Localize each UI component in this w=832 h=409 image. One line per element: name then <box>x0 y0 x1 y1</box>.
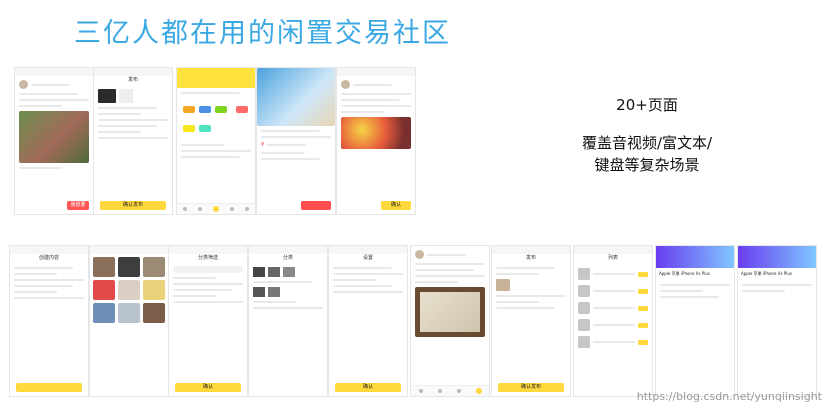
tab-bar <box>177 203 255 214</box>
submit-button[interactable] <box>16 383 82 392</box>
plant-photo <box>19 111 89 163</box>
coverage-text: 覆盖音视频/富文本/ 键盘等复杂场景 <box>581 134 713 174</box>
screenshot-publish: 发布 确认发布 <box>93 67 173 215</box>
pages-count-text: 20+页面 <box>616 96 678 114</box>
price-tag: ¥ <box>261 142 265 148</box>
avatar <box>341 80 350 89</box>
header-gradient <box>656 246 734 268</box>
screenshot-chat: 发布 确认发布 <box>491 245 571 397</box>
photo-grid <box>90 254 168 326</box>
phone-model-label: Apple 苹果 iPhone Xs Plus <box>741 271 792 276</box>
screenshot-item-post: 我想要 <box>14 67 94 215</box>
watermark: https://blog.csdn.net/yunqiinsight <box>636 390 822 403</box>
publish-button[interactable]: 确认发布 <box>100 201 166 210</box>
page-headline: 三亿人都在用的闲置交易社区 <box>74 18 451 49</box>
status-bar <box>337 68 415 76</box>
screenshot-video-list: 分类 <box>248 245 328 397</box>
buy-button[interactable]: 我想要 <box>67 201 89 210</box>
confirm-button[interactable]: 确认 <box>381 201 411 210</box>
publish-button[interactable]: 确认发布 <box>498 383 564 392</box>
confirm-button[interactable]: 确认 <box>175 383 241 392</box>
confirm-button[interactable]: 确认 <box>335 383 401 392</box>
avatar <box>19 80 28 89</box>
avatar <box>415 250 424 259</box>
screenshot-form: 创建内容 <box>9 245 89 397</box>
screenshot-article: 确认 <box>336 67 416 215</box>
screenshot-phone-eval: Apple 苹果 iPhone Xs Plus <box>655 245 735 397</box>
painting-photo <box>415 287 485 337</box>
screenshot-room: ¥ <box>256 67 336 215</box>
status-bar <box>94 68 172 76</box>
status-bar <box>15 68 93 76</box>
header-bar <box>177 68 255 88</box>
screenshot-goods-list: 列表 <box>573 245 653 397</box>
user-header <box>19 80 89 89</box>
want-button[interactable] <box>301 201 331 210</box>
screenshot-settings: 设置 确认 <box>328 245 408 397</box>
screenshot-category <box>176 67 256 215</box>
nav-bar: 发布 <box>127 77 138 83</box>
search-input[interactable] <box>173 266 243 273</box>
screenshot-phone-detail: Apple 苹果 iPhone Xs Plus <box>737 245 817 397</box>
phone-model-label: Apple 苹果 iPhone Xs Plus <box>659 271 710 276</box>
tab-bar <box>411 385 489 396</box>
fruit-photo <box>341 117 411 149</box>
room-photo <box>257 68 335 126</box>
product-thumb <box>98 89 116 103</box>
screenshot-gallery <box>89 245 169 397</box>
header-gradient <box>738 246 816 268</box>
screenshot-painting <box>410 245 490 397</box>
screenshot-filter: 分类筛选 确认 <box>168 245 248 397</box>
